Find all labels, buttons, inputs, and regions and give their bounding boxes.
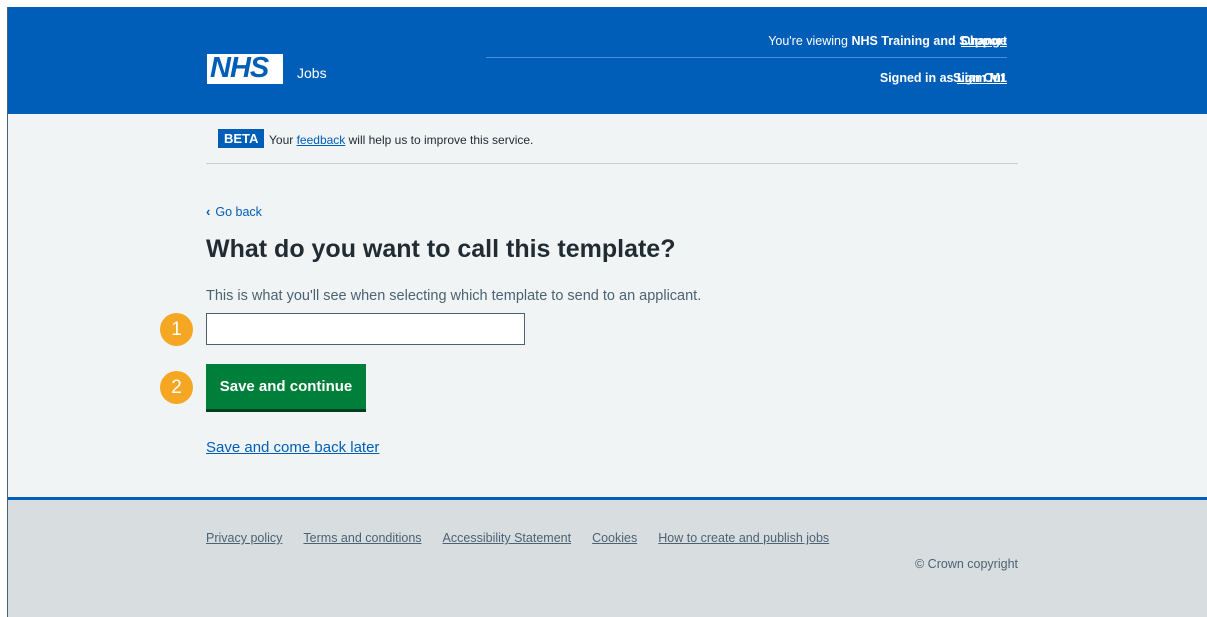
copyright-text: © Crown copyright: [915, 557, 1018, 571]
chevron-left-icon: ‹: [206, 204, 211, 219]
go-back-link[interactable]: ‹ Go back: [206, 204, 262, 219]
page-title: What do you want to call this template?: [206, 235, 676, 263]
save-and-come-back-later-link[interactable]: Save and come back later: [206, 439, 379, 456]
service-name: Jobs: [297, 65, 327, 81]
template-name-input[interactable]: [206, 313, 525, 345]
sign-out-link[interactable]: Sign Out: [953, 71, 1005, 85]
beta-text: Your feedback will help us to improve th…: [269, 133, 534, 147]
page-frame: You're viewing NHS Training and Support …: [7, 7, 1207, 617]
footer-link-terms[interactable]: Terms and conditions: [303, 531, 421, 545]
step-marker-2: 2: [160, 371, 193, 404]
site-footer: Privacy policy Terms and conditions Access…: [8, 497, 1207, 617]
footer-links: Privacy policy Terms and conditions Access…: [206, 531, 850, 545]
header-divider: [486, 57, 1007, 58]
site-header: You're viewing NHS Training and Support …: [8, 7, 1207, 114]
nhs-logo[interactable]: NHS: [207, 52, 283, 84]
footer-link-privacy[interactable]: Privacy policy: [206, 531, 282, 545]
save-and-continue-button[interactable]: Save and continue: [206, 364, 366, 409]
beta-tag: BETA: [218, 129, 265, 148]
step-marker-1: 1: [160, 313, 193, 346]
footer-link-cookies[interactable]: Cookies: [592, 531, 637, 545]
footer-link-accessibility[interactable]: Accessibility Statement: [443, 531, 572, 545]
change-org-link[interactable]: Change: [961, 34, 1007, 48]
beta-banner: BETA Your feedback will help us to impro…: [206, 126, 1018, 164]
footer-link-how-to-publish[interactable]: How to create and publish jobs: [658, 531, 829, 545]
feedback-link[interactable]: feedback: [297, 133, 346, 147]
field-hint: This is what you'll see when selecting w…: [206, 288, 702, 304]
